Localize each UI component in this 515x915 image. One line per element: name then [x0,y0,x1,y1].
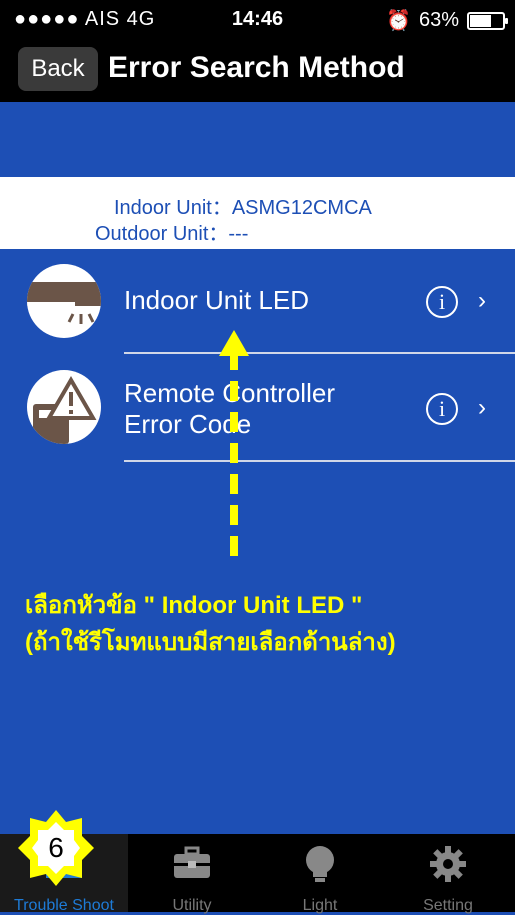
info-icon[interactable]: i [426,393,458,425]
divider [124,460,515,462]
annotation-text-line1: เลือกหัวข้อ " Indoor Unit LED " [25,592,363,619]
status-right: ⏰ 63% [386,8,508,33]
indoor-unit-label: Indoor Unit： [114,197,232,219]
annotation-text-line2: (ถ้าใช้รีโมทแบบมีสายเลือกด้านล่าง) [25,629,396,656]
battery-fill [470,14,492,27]
tab-setting[interactable]: Setting [384,834,512,914]
indoor-unit-value: ASMG12CMCA [231,197,372,219]
battery-icon [467,11,508,30]
page-title: Error Search Method [108,51,405,84]
nav-bar: Back Error Search Method [0,40,515,102]
tab-label: Light [302,897,338,914]
tab-utility[interactable]: Utility [128,834,256,914]
outdoor-unit-line: Outdoor Unit：--- [95,217,515,246]
indoor-unit-line: Indoor Unit：ASMG12CMCA [114,191,515,220]
menu-item-indoor-unit-led[interactable]: Indoor Unit LED i › [0,249,515,353]
tab-label: Trouble Shoot [14,897,114,914]
status-bar: ●●●●● AIS 4G 14:46 ⏰ 63% [0,0,515,40]
toolbox-icon [172,844,212,884]
menu-list: Indoor Unit LED i › Remote Controller Er… [0,249,515,834]
chevron-right-icon: › [478,287,486,314]
step-number: 6 [48,832,64,863]
indoor-unit-led-icon [27,264,101,338]
menu-item-label: Indoor Unit LED [124,285,309,315]
chevron-right-icon: › [478,394,486,421]
gear-icon [428,844,468,884]
tab-label: Utility [172,897,212,914]
annotation-dashed-arrow [230,350,238,565]
outdoor-unit-value: --- [228,223,249,245]
remote-error-icon [27,370,101,444]
step-badge: 6 [16,808,96,888]
unit-info-panel: Indoor Unit：ASMG12CMCA Outdoor Unit：--- [0,177,515,249]
tab-light[interactable]: Light [256,834,384,914]
back-button[interactable]: Back [18,47,98,91]
header-band [0,102,515,177]
tab-label: Setting [423,897,473,914]
battery-percent: 63% [418,9,459,31]
alarm-icon: ⏰ [386,10,411,32]
outdoor-unit-label: Outdoor Unit： [95,223,229,245]
menu-item-remote-error-code[interactable]: Remote Controller Error Code i › [0,354,515,460]
info-icon[interactable]: i [426,286,458,318]
lightbulb-icon [300,844,340,884]
